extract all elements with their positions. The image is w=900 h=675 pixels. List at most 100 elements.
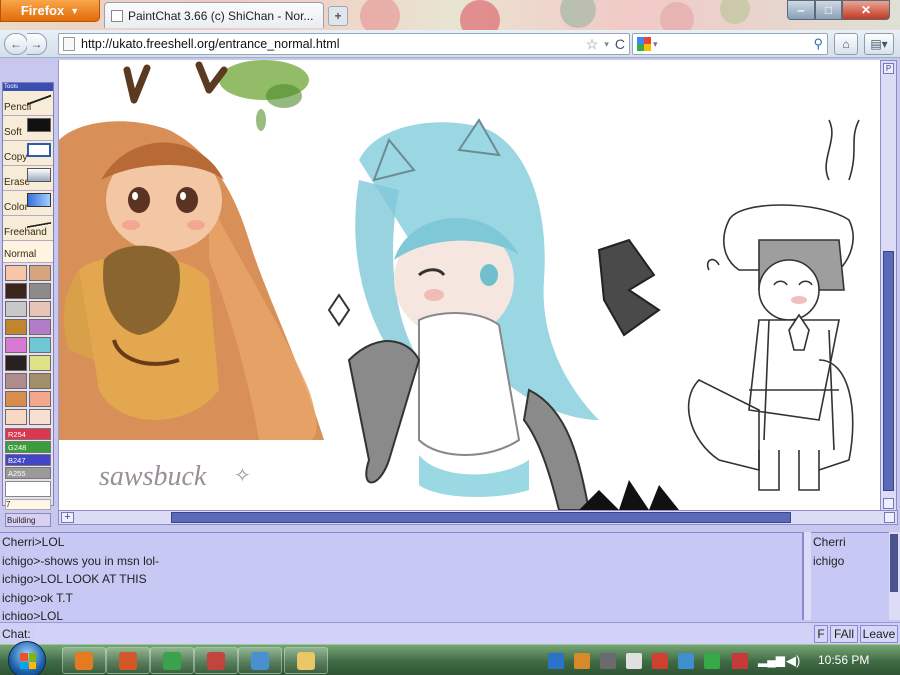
tool-erase[interactable]: Erase xyxy=(3,166,53,191)
signal-strength-icon[interactable]: ▂▄▆ xyxy=(758,653,785,669)
history-dropdown-icon[interactable]: ▾ xyxy=(604,39,609,50)
update-tray-icon[interactable] xyxy=(574,653,590,669)
drawing-canvas[interactable]: sawsbuck ✧ xyxy=(58,60,880,510)
security-tray-icon[interactable] xyxy=(704,653,720,669)
url-bar[interactable]: http://ukato.freeshell.org/entrance_norm… xyxy=(58,33,630,55)
scroll-right-button[interactable] xyxy=(884,512,895,523)
firefox-taskbar-icon xyxy=(75,651,93,670)
chat-log-scrollbar[interactable] xyxy=(803,532,811,620)
action-center-icon[interactable] xyxy=(732,653,748,669)
taskbar-app-button[interactable] xyxy=(106,647,150,674)
chat-message: Cherri>LOL xyxy=(2,535,65,549)
zoom-in-button[interactable]: + xyxy=(61,512,74,523)
color-swatch[interactable] xyxy=(5,301,27,317)
firefox-menu-button[interactable]: Firefox ▼ xyxy=(0,0,100,22)
bookmark-star-icon[interactable]: ☆ xyxy=(586,36,599,53)
back-button[interactable]: ← xyxy=(4,33,28,55)
forward-button[interactable]: → xyxy=(27,33,47,55)
fall-button[interactable]: FAll xyxy=(830,625,858,643)
copy-icon xyxy=(27,143,51,157)
vertical-scroll-thumb[interactable] xyxy=(883,251,894,491)
bookmarks-button[interactable]: ▤▾ xyxy=(864,33,894,55)
tab-paintchat[interactable]: PaintChat 3.66 (c) ShiChan - Nor... xyxy=(104,2,324,28)
scroll-down-button[interactable] xyxy=(883,498,894,509)
pencil-icon xyxy=(27,93,51,107)
leave-button[interactable]: Leave xyxy=(860,625,898,643)
forward-arrow-icon: → xyxy=(30,37,43,51)
tool-freehand[interactable]: Freehand xyxy=(3,216,53,241)
network-drive-tray-icon[interactable] xyxy=(626,653,642,669)
taskbar-app-button[interactable] xyxy=(62,647,106,674)
taskbar-app-button[interactable] xyxy=(150,647,194,674)
tool-soft[interactable]: Soft xyxy=(3,116,53,141)
chat-message: ichigo>LOL LOOK AT THIS xyxy=(2,572,147,586)
minimize-button[interactable]: ‒ xyxy=(787,0,815,20)
color-swatch[interactable] xyxy=(29,265,51,281)
color-swatch[interactable] xyxy=(5,373,27,389)
color-swatch[interactable] xyxy=(29,391,51,407)
tool-palette: Tools Pencil Soft Copy Erase Color Freehand N… xyxy=(2,82,54,527)
color-swatch[interactable] xyxy=(5,337,27,353)
color-swatch[interactable] xyxy=(29,409,51,425)
close-button[interactable]: ✕ xyxy=(842,0,890,20)
taskbar-app-button[interactable] xyxy=(238,647,282,674)
google-icon xyxy=(637,37,651,51)
color-swatch[interactable] xyxy=(29,373,51,389)
user-list-scrollbar[interactable] xyxy=(889,532,900,620)
color-swatch[interactable] xyxy=(5,283,27,299)
canvas-vertical-scrollbar[interactable]: P xyxy=(880,60,897,512)
color-swatch[interactable] xyxy=(5,391,27,407)
taskbar-app-button[interactable] xyxy=(284,647,328,674)
color-swatch[interactable] xyxy=(5,355,27,371)
tool-copy[interactable]: Copy xyxy=(3,141,53,166)
chat-input[interactable] xyxy=(34,625,812,643)
display-tray-icon[interactable] xyxy=(678,653,694,669)
windows-taskbar: ▂▄▆ ◀) 10:56 PM xyxy=(0,641,900,675)
user-list: Cherri ichigo xyxy=(811,532,889,620)
f-button[interactable]: F xyxy=(814,625,828,643)
brush-size-preview[interactable] xyxy=(5,481,51,497)
horizontal-scroll-thumb[interactable] xyxy=(171,512,791,523)
rgba-slider[interactable]: R254 xyxy=(5,428,51,440)
user-list-item[interactable]: Cherri xyxy=(811,533,889,552)
rgba-slider[interactable]: G248 xyxy=(5,441,51,453)
taskbar-app-button[interactable] xyxy=(194,647,238,674)
signature-text: sawsbuck xyxy=(99,461,207,492)
maximize-button[interactable]: □ xyxy=(815,0,842,20)
status-label: Building xyxy=(5,513,51,527)
color-swatch[interactable] xyxy=(5,265,27,281)
media-tray-icon[interactable] xyxy=(548,653,564,669)
tool-color[interactable]: Color xyxy=(3,191,53,216)
color-swatch[interactable] xyxy=(5,409,27,425)
home-button[interactable]: ⌂ xyxy=(834,33,858,55)
start-button[interactable] xyxy=(8,641,46,675)
settings-tray-icon[interactable] xyxy=(600,653,616,669)
java-tray-icon[interactable] xyxy=(652,653,668,669)
volume-icon[interactable]: ◀) xyxy=(786,653,802,669)
new-tab-button[interactable]: + xyxy=(328,6,348,26)
decor-circle xyxy=(560,0,596,28)
color-swatch[interactable] xyxy=(29,337,51,353)
sparkle-icon: ✧ xyxy=(234,463,251,487)
color-swatch[interactable] xyxy=(29,301,51,317)
color-swatch[interactable] xyxy=(29,283,51,299)
search-engine-dropdown-icon[interactable]: ▾ xyxy=(653,39,658,50)
reload-icon[interactable]: C xyxy=(615,36,629,52)
brush-size-value[interactable]: 7 xyxy=(5,499,51,510)
canvas-horizontal-scrollbar[interactable]: + xyxy=(58,510,898,525)
rgba-slider[interactable]: B247 xyxy=(5,454,51,466)
url-text: http://ukato.freeshell.org/entrance_norm… xyxy=(81,37,340,51)
character-right xyxy=(687,119,860,491)
system-clock[interactable]: 10:56 PM xyxy=(818,653,869,667)
blend-mode-selector[interactable]: Normal xyxy=(3,241,53,263)
color-swatch[interactable] xyxy=(29,319,51,335)
tool-pencil[interactable]: Pencil xyxy=(3,91,53,116)
search-icon[interactable]: ⚲ xyxy=(813,36,823,52)
user-list-scroll-thumb[interactable] xyxy=(890,534,898,592)
scroll-up-button[interactable]: P xyxy=(883,63,894,74)
search-bar[interactable]: ▾ ⚲ xyxy=(632,33,828,55)
color-swatch[interactable] xyxy=(5,319,27,335)
user-list-item[interactable]: ichigo xyxy=(811,552,889,571)
rgba-slider[interactable]: A255 xyxy=(5,467,51,479)
color-swatch[interactable] xyxy=(29,355,51,371)
